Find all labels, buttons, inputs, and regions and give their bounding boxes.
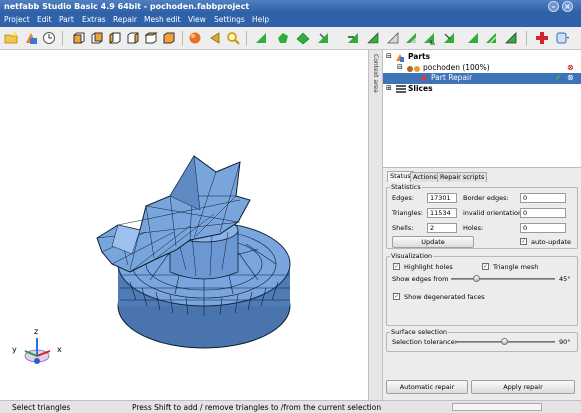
cut-icon[interactable]: [484, 31, 498, 45]
view-top-icon[interactable]: [144, 31, 158, 45]
triangles-field: 11534: [427, 208, 457, 218]
repair-icon: [420, 75, 427, 82]
view-left-icon[interactable]: [108, 31, 122, 45]
parts-icon: [396, 54, 404, 62]
view-right-icon[interactable]: [126, 31, 140, 45]
holes-field: 0: [520, 223, 566, 233]
minimize-icon[interactable]: –: [548, 1, 559, 12]
zoom-icon[interactable]: [226, 31, 240, 45]
edges-field: 17301: [427, 193, 457, 203]
menu-view[interactable]: View: [188, 15, 206, 24]
menu-part[interactable]: Part: [59, 15, 74, 24]
title-bar: netfabb Studio Basic 4.9 64bit - pochode…: [0, 0, 581, 14]
triangle-mesh-checkbox[interactable]: ✓: [482, 263, 489, 270]
toolbar-separator: [526, 31, 527, 46]
select-surface-icon[interactable]: [296, 31, 310, 45]
arrow-back-icon[interactable]: [208, 31, 222, 45]
toolbar-separator: [182, 31, 183, 46]
svg-text:y: y: [12, 345, 17, 354]
tab-actions[interactable]: Actions: [410, 172, 440, 182]
toolbar: [0, 27, 581, 50]
axis-gizmo: x y z: [12, 327, 62, 364]
toolbar-separator: [62, 31, 63, 46]
border-edges-field: 0: [520, 193, 566, 203]
apply-check-icon[interactable]: ✔: [555, 73, 562, 82]
select-brush-icon[interactable]: [316, 31, 330, 45]
window-title: netfabb Studio Basic 4.9 64bit - pochode…: [4, 2, 250, 11]
tree-item-parts[interactable]: ⊟ Parts: [383, 52, 581, 63]
move-icon[interactable]: [442, 31, 456, 45]
show-degenerated-checkbox[interactable]: ✓: [393, 293, 400, 300]
apply-repair-button[interactable]: Apply repair: [471, 380, 575, 394]
view-front-icon[interactable]: [72, 31, 86, 45]
edge-angle-value: 45°: [559, 275, 571, 283]
open-file-icon[interactable]: [4, 31, 18, 45]
svg-text:z: z: [34, 327, 38, 336]
add-triangle-icon[interactable]: [504, 31, 518, 45]
hide-icon[interactable]: [466, 31, 480, 45]
highlight-holes-checkbox[interactable]: ✓: [393, 263, 400, 270]
close-icon[interactable]: ×: [562, 1, 573, 12]
context-area-bar[interactable]: Context area: [368, 50, 383, 400]
tree-item-part-repair[interactable]: Part Repair ✔ ⊗: [383, 73, 581, 84]
menu-project[interactable]: Project: [4, 15, 30, 24]
tolerance-value: 90°: [559, 338, 571, 346]
shells-field: 2: [427, 223, 457, 233]
tolerance-slider-handle[interactable]: [501, 338, 508, 345]
toolbar-separator: [246, 31, 247, 46]
status-hint: Press Shift to add / remove triangles to…: [132, 403, 382, 412]
menu-mesh-edit[interactable]: Mesh edit: [144, 15, 181, 24]
tab-repair-scripts[interactable]: Repair scripts: [437, 172, 488, 182]
status-mode: Select triangles: [12, 403, 71, 412]
select-mode-icon[interactable]: [422, 31, 436, 45]
menu-help[interactable]: Help: [252, 15, 269, 24]
select-all-icon[interactable]: [366, 31, 380, 45]
invalid-orientation-field: 0: [520, 208, 566, 218]
tree-item-slices[interactable]: ⊞ Slices: [383, 84, 581, 95]
menu-edit[interactable]: Edit: [37, 15, 52, 24]
collapse-icon[interactable]: ⊟: [386, 52, 392, 60]
context-area-label: Context area: [372, 54, 379, 93]
cancel-repair-icon[interactable]: ⊗: [567, 73, 574, 82]
deselect-icon[interactable]: [386, 31, 400, 45]
select-plane-icon[interactable]: [346, 31, 360, 45]
progress-bar: [452, 403, 542, 411]
view-bottom-icon[interactable]: [162, 31, 176, 45]
expand-icon[interactable]: ⊞: [386, 84, 392, 92]
visualization-group: Visualization ✓ Highlight holes ✓ Triang…: [386, 252, 578, 326]
project-tree: ⊟ Parts ⊟ pochoden (100%) ⊗ Part Repair …: [383, 50, 581, 168]
3d-viewport[interactable]: x y z: [0, 50, 368, 400]
add-part-icon[interactable]: [24, 31, 38, 45]
mesh-model[interactable]: x y z: [0, 50, 368, 400]
settings-dropdown-icon[interactable]: [556, 31, 570, 45]
add-icon[interactable]: [535, 31, 549, 45]
collapse-icon[interactable]: ⊟: [397, 63, 403, 71]
auto-update-checkbox[interactable]: ✓: [520, 238, 527, 245]
part-icon: [407, 66, 420, 72]
edge-angle-slider-handle[interactable]: [473, 275, 480, 282]
slices-icon: [396, 85, 406, 93]
clock-icon[interactable]: [42, 31, 56, 45]
remove-part-icon[interactable]: ⊗: [567, 63, 574, 72]
repair-panel: Status Actions Repair scripts Statistics…: [383, 168, 581, 400]
select-shell-icon[interactable]: [276, 31, 290, 45]
statistics-group: Statistics Edges: 17301 Border edges: 0 …: [386, 183, 578, 249]
surface-selection-group: Surface selection Selection tolerance: 9…: [386, 328, 578, 352]
menu-bar: Project Edit Part Extras Repair Mesh edi…: [0, 14, 581, 27]
edge-angle-slider-track[interactable]: [451, 278, 555, 280]
invert-selection-icon[interactable]: [404, 31, 418, 45]
view-back-icon[interactable]: [90, 31, 104, 45]
status-bar: Select triangles Press Shift to add / re…: [0, 400, 581, 413]
menu-extras[interactable]: Extras: [82, 15, 106, 24]
automatic-repair-button[interactable]: Automatic repair: [386, 380, 468, 394]
render-sphere-icon[interactable]: [188, 31, 202, 45]
update-button[interactable]: Update: [392, 236, 474, 248]
select-triangle-icon[interactable]: [254, 31, 268, 45]
menu-repair[interactable]: Repair: [113, 15, 137, 24]
menu-settings[interactable]: Settings: [214, 15, 245, 24]
svg-text:x: x: [57, 345, 62, 354]
